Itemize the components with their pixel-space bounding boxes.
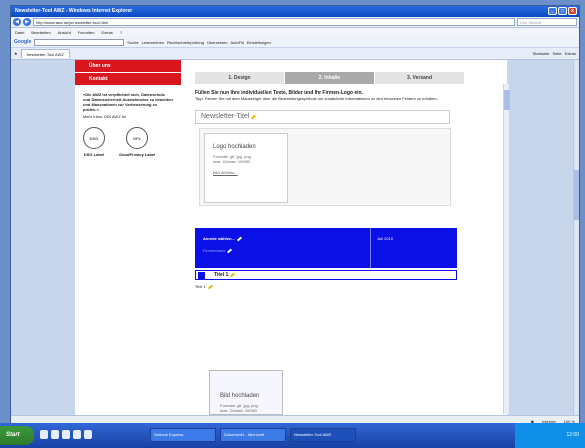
menu-favorites[interactable]: Favoriten: [78, 30, 95, 35]
tab-row: ★ Newsletter-Tool AWZ Startseite Seite E…: [11, 48, 579, 60]
page-menu-button[interactable]: Seite: [553, 51, 562, 56]
logo-area: Logo hochladen Formate: gif, jpg, png ma…: [199, 128, 451, 206]
menu-view[interactable]: Ansicht: [58, 30, 71, 35]
nav-contact[interactable]: Kontakt: [75, 73, 181, 86]
minimize-button[interactable]: _: [548, 7, 557, 15]
newsletter-title: Newsletter-Titel: [201, 113, 250, 120]
favorites-star-icon[interactable]: ★: [14, 51, 18, 56]
taskbar-item-browser[interactable]: Newsletter-Tool AWZ: [290, 428, 356, 442]
google-search-button[interactable]: Suche: [127, 40, 138, 45]
header-bar: Anrede wählen... Firmenname Juli 2010: [195, 228, 457, 268]
company-name-field[interactable]: Firmenname: [203, 248, 233, 254]
logo-upload-box[interactable]: Logo hochladen Formate: gif, jpg, png ma…: [204, 133, 288, 203]
close-button[interactable]: x: [568, 7, 577, 15]
badge-label: DSG Label: [83, 152, 105, 157]
google-logo: Google: [14, 39, 32, 45]
editor-area: 1. Design 2. Inhalte 3. Versand Füllen S…: [185, 60, 510, 421]
page-viewport: Über uns Kontakt »Die AWZ ist verpflicht…: [11, 60, 579, 421]
editor-scrollbar[interactable]: [503, 84, 510, 414]
search-input[interactable]: Live Search: [517, 18, 577, 26]
newsletter-date: Juli 2010: [377, 236, 394, 241]
menu-help[interactable]: ?: [120, 30, 122, 35]
quicklaunch-icon[interactable]: [62, 430, 70, 439]
quicklaunch-icon[interactable]: [84, 430, 92, 439]
edit-pencil-icon[interactable]: [251, 114, 257, 120]
google-bookmarks-button[interactable]: Lesezeichen: [142, 40, 164, 45]
taskbar-item-outlook[interactable]: Outlook Express: [150, 428, 216, 442]
taskbar: Start Outlook Express Dokument1 - Micros…: [0, 423, 585, 448]
web-page: Über uns Kontakt »Die AWZ ist verpflicht…: [75, 60, 510, 421]
forward-button[interactable]: ▶: [23, 18, 31, 26]
home-button[interactable]: Startseite: [533, 51, 550, 56]
title-row[interactable]: Titel 1: [195, 270, 457, 280]
greeting-select[interactable]: Anrede wählen...: [203, 236, 242, 242]
google-search-input[interactable]: [34, 38, 125, 46]
clock: 12:00: [566, 432, 579, 438]
google-autofill-button[interactable]: AutoFill: [230, 40, 243, 45]
nav-about[interactable]: Über uns: [75, 60, 181, 73]
quicklaunch-icon[interactable]: [40, 430, 48, 439]
taskbar-item-word[interactable]: Dokument1 - Microsoft: [220, 428, 286, 442]
instructions-tip: Tipp: Fahren Sie mit dem Mauszeiger über…: [195, 96, 438, 101]
logo-max-size: max. Grösse: 100KB: [213, 159, 250, 164]
logo-upload-heading: Logo hochladen: [213, 144, 256, 150]
more-info-link[interactable]: Mehr Infos: DIN AWZ ibi: [75, 112, 181, 121]
dsg-badge[interactable]: DSG DSG Label: [83, 127, 105, 157]
badge-label: GoodPrivacy Label: [119, 152, 156, 157]
window-titlebar: Newsletter-Tool AWZ - Windows Internet E…: [11, 6, 579, 17]
quicklaunch-icon[interactable]: [51, 430, 59, 439]
google-settings-button[interactable]: Einstellungen: [247, 40, 271, 45]
menu-edit[interactable]: Bearbeiten: [31, 30, 50, 35]
edit-pencil-icon[interactable]: [230, 272, 236, 278]
seal-icon: GPL: [126, 127, 149, 149]
step-design[interactable]: 1. Design: [195, 72, 285, 84]
page-scrollbar[interactable]: [573, 60, 579, 415]
newsletter-title-field[interactable]: Newsletter-Titel: [195, 110, 450, 124]
scroll-thumb[interactable]: [504, 90, 510, 110]
back-button[interactable]: ◀: [13, 18, 21, 26]
goodprivacy-badge[interactable]: GPL GoodPrivacy Label: [119, 127, 155, 157]
menu-bar: Datei Bearbeiten Ansicht Favoriten Extra…: [11, 28, 579, 37]
maximize-button[interactable]: □: [558, 7, 567, 15]
left-column: Über uns Kontakt »Die AWZ ist verpflicht…: [75, 60, 181, 415]
image-max-size: max. Grösse: 100KB: [220, 408, 257, 413]
title-1-field[interactable]: Titel 1: [214, 272, 236, 278]
url-input[interactable]: http://www.awz.de/js/newsletter-tool.htm…: [33, 18, 515, 26]
window-title: Newsletter-Tool AWZ - Windows Internet E…: [15, 8, 133, 14]
google-translate-button[interactable]: Übersetzen: [207, 40, 227, 45]
quicklaunch-icon[interactable]: [73, 430, 81, 439]
menu-tools[interactable]: Extras: [102, 30, 113, 35]
logo-choose-link[interactable]: Bild Wählen...: [213, 170, 287, 175]
text-1-field[interactable]: Text 1: [195, 284, 213, 290]
menu-file[interactable]: Datei: [15, 30, 24, 35]
seal-icon: DSG: [83, 127, 105, 149]
title-marker: [198, 272, 205, 279]
address-bar: ◀ ▶ http://www.awz.de/js/newsletter-tool…: [11, 17, 579, 28]
step-send[interactable]: 3. Versand: [375, 72, 465, 84]
edit-pencil-icon[interactable]: [227, 248, 233, 254]
browser-window: Newsletter-Tool AWZ - Windows Internet E…: [10, 5, 580, 443]
tab-newsletter-tool[interactable]: Newsletter-Tool AWZ: [20, 49, 70, 58]
start-button[interactable]: Start: [0, 426, 34, 445]
google-spellcheck-button[interactable]: Rechtschreibprüfung: [167, 40, 204, 45]
tools-menu-button[interactable]: Extras: [565, 51, 576, 56]
step-contents[interactable]: 2. Inhalte: [285, 72, 375, 84]
image-upload-box[interactable]: Bild hochladen Formate: gif, jpg, png ma…: [209, 370, 283, 421]
edit-pencil-icon[interactable]: [207, 284, 213, 290]
edit-pencil-icon[interactable]: [236, 236, 242, 242]
system-tray: 12:00: [515, 423, 585, 448]
privacy-statement: »Die AWZ ist verpflichtet sich, Datensch…: [83, 92, 173, 112]
page-scroll-thumb[interactable]: [574, 170, 579, 220]
instructions: Füllen Sie nun Ihre individuellen Texte,…: [195, 90, 465, 102]
google-toolbar: Google Suche Lesezeichen Rechtschreibprü…: [11, 37, 579, 48]
step-tabs: 1. Design 2. Inhalte 3. Versand: [195, 72, 465, 84]
image-upload-heading: Bild hochladen: [220, 393, 260, 399]
